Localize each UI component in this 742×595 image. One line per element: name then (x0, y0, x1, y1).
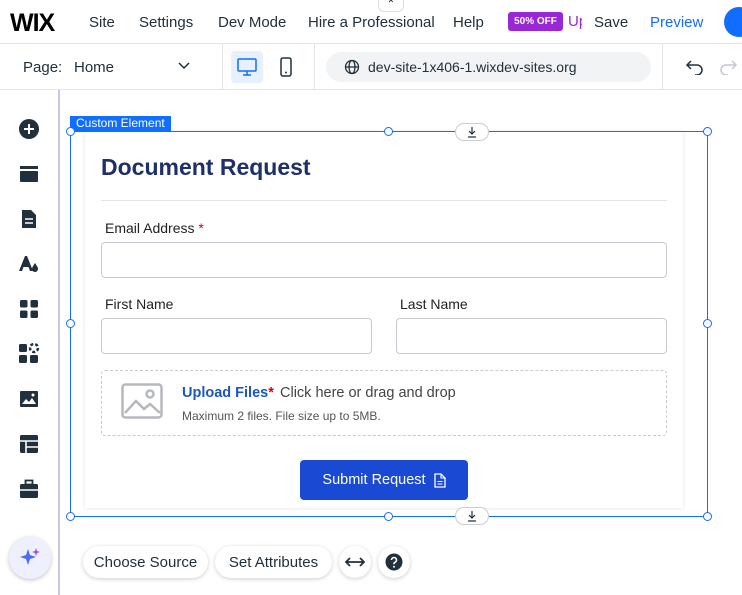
left-sidebar (0, 90, 60, 595)
help-icon (385, 553, 403, 571)
page-label: Page: (23, 59, 63, 76)
add-elements-button[interactable] (17, 117, 41, 141)
set-attributes-button[interactable]: Set Attributes (215, 546, 332, 578)
stretch-button[interactable] (339, 546, 371, 578)
anchor-down-icon (468, 127, 476, 138)
divider (662, 44, 663, 90)
ai-sparkle-icon (20, 548, 40, 565)
bottom-stretch-anchor[interactable] (455, 507, 489, 525)
top-bar: WIX Site Settings Dev Mode Hire a Profes… (0, 0, 742, 44)
ai-assistant-button[interactable] (9, 537, 51, 579)
apps-button[interactable] (17, 297, 41, 321)
resize-handle-bottom-right[interactable] (703, 512, 712, 521)
blog-icon (22, 210, 36, 228)
media-icon (20, 391, 38, 407)
menu-dev-mode[interactable]: Dev Mode (218, 14, 286, 31)
resize-handle-left[interactable] (66, 319, 75, 328)
pages-icon (20, 166, 38, 182)
mobile-view-button[interactable] (270, 51, 302, 83)
help-button[interactable] (378, 546, 410, 578)
design-button[interactable] (17, 252, 41, 276)
editor-subbar: Page: Home dev-site-1x406-1.wixdev-sites… (0, 44, 742, 90)
resize-handle-bottom[interactable] (384, 512, 393, 521)
media-button[interactable] (17, 387, 41, 411)
desktop-icon (237, 58, 257, 76)
business-apps-icon (19, 343, 40, 363)
resize-handle-top-right[interactable] (703, 127, 712, 136)
upgrade-link[interactable]: Upgrade (568, 13, 582, 30)
portfolio-button[interactable] (17, 477, 41, 501)
business-apps-button[interactable] (17, 342, 41, 366)
selected-element-label[interactable]: Custom Element (70, 116, 171, 131)
anchor-down-icon (468, 511, 476, 522)
menu-help[interactable]: Help (453, 14, 484, 31)
site-url-bar[interactable]: dev-site-1x406-1.wixdev-sites.org (326, 52, 651, 82)
site-url: dev-site-1x406-1.wixdev-sites.org (368, 59, 577, 75)
apps-icon (20, 300, 38, 318)
resize-handle-bottom-left[interactable] (66, 512, 75, 521)
wix-logo[interactable]: WIX (10, 9, 55, 38)
cms-icon (20, 435, 38, 453)
resize-handle-right[interactable] (703, 319, 712, 328)
globe-icon (344, 59, 360, 75)
preview-button[interactable]: Preview (650, 14, 703, 31)
menu-hire-professional[interactable]: Hire a Professional (308, 14, 435, 31)
selection-frame[interactable] (70, 131, 708, 517)
design-icon (19, 256, 38, 272)
divider (222, 44, 223, 90)
redo-icon[interactable] (718, 57, 738, 75)
blog-button[interactable] (17, 207, 41, 231)
divider (314, 44, 315, 90)
desktop-view-button[interactable] (231, 51, 263, 83)
choose-source-button[interactable]: Choose Source (83, 546, 208, 578)
menu-settings[interactable]: Settings (139, 14, 193, 31)
top-stretch-anchor[interactable] (455, 123, 489, 141)
add-icon (19, 119, 39, 139)
publish-button[interactable] (724, 7, 742, 37)
stretch-icon (345, 557, 365, 567)
mobile-icon (280, 57, 292, 77)
pages-button[interactable] (17, 162, 41, 186)
page-selector[interactable]: Home (74, 59, 114, 76)
collapse-toolbar-handle[interactable]: ⌃ (378, 0, 404, 12)
save-button[interactable]: Save (594, 14, 628, 31)
portfolio-icon (20, 479, 38, 498)
chevron-down-icon[interactable] (177, 58, 191, 72)
undo-icon[interactable] (685, 57, 705, 75)
resize-handle-top-left[interactable] (66, 127, 75, 136)
cms-button[interactable] (17, 432, 41, 456)
promo-badge[interactable]: 50% OFF (508, 12, 563, 31)
resize-handle-top[interactable] (384, 127, 393, 136)
menu-site[interactable]: Site (89, 14, 115, 31)
